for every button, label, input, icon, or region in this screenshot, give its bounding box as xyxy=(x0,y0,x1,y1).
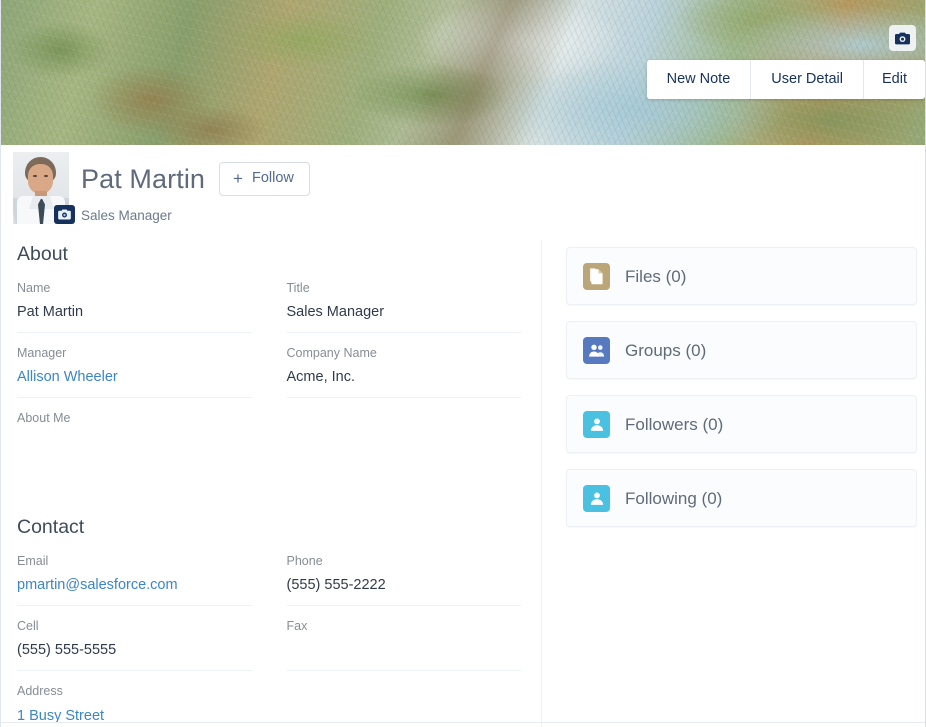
field-phone: Phone (555) 555-2222 xyxy=(286,553,521,606)
field-label: Company Name xyxy=(286,346,377,360)
field-manager: Manager Allison Wheeler xyxy=(17,345,252,398)
plus-icon: + xyxy=(233,168,243,188)
field-label: Name xyxy=(17,281,51,295)
field-spacer xyxy=(287,410,522,468)
field-label: About Me xyxy=(17,411,71,425)
card-files[interactable]: Files (0) xyxy=(566,247,917,305)
field-company-name: Company Name Acme, Inc. xyxy=(286,345,521,398)
manager-link[interactable]: Allison Wheeler xyxy=(17,367,252,387)
email-link[interactable]: pmartin@salesforce.com xyxy=(17,575,252,595)
user-icon xyxy=(583,484,610,512)
card-label: Followers (0) xyxy=(625,414,724,434)
user-icon xyxy=(583,410,610,438)
field-value: Sales Manager xyxy=(286,304,385,320)
field-cell: Cell (555) 555-5555 xyxy=(17,618,252,671)
card-groups[interactable]: Groups (0) xyxy=(566,321,917,379)
sidebar-column: Files (0) Groups (0) Followers (0) Follo… xyxy=(542,240,925,543)
camera-icon xyxy=(58,209,71,220)
about-section-heading: About xyxy=(17,243,68,265)
banner-camera-button[interactable] xyxy=(889,25,916,51)
details-column: About Name Pat Martin Title Sales Manage… xyxy=(1,240,542,727)
field-value: Pat Martin xyxy=(17,304,84,320)
card-label: Files (0) xyxy=(625,266,687,286)
card-label: Following (0) xyxy=(625,488,723,508)
profile-header: Pat Martin + Follow Sales Manager xyxy=(1,145,925,240)
card-following[interactable]: Following (0) xyxy=(566,469,917,527)
edit-button[interactable]: Edit xyxy=(864,60,925,99)
field-label: Title xyxy=(286,281,310,295)
avatar-camera-button[interactable] xyxy=(54,205,75,224)
name-row: Pat Martin + Follow xyxy=(81,159,925,199)
field-title: Title Sales Manager xyxy=(286,280,521,333)
file-icon xyxy=(583,262,610,290)
contact-field-grid: Email pmartin@salesforce.com Phone (555)… xyxy=(17,553,521,727)
field-label: Fax xyxy=(286,619,308,633)
field-name: Name Pat Martin xyxy=(17,280,252,333)
field-label: Address xyxy=(17,684,63,698)
follow-button[interactable]: + Follow xyxy=(219,162,310,196)
profile-page: New Note User Detail Edit Pat Martin + F… xyxy=(0,0,926,727)
address-line-1[interactable]: 1 Busy Street xyxy=(17,705,252,727)
new-note-button[interactable]: New Note xyxy=(646,60,752,99)
avatar-wrap xyxy=(13,152,75,224)
field-fax: Fax xyxy=(286,618,522,671)
about-field-grid: Name Pat Martin Title Sales Manager Mana… xyxy=(17,280,521,480)
field-about-me: About Me xyxy=(17,410,252,468)
follow-button-label: Follow xyxy=(251,170,294,186)
field-label: Manager xyxy=(17,346,67,360)
field-label: Phone xyxy=(286,554,323,568)
profile-body: About Name Pat Martin Title Sales Manage… xyxy=(1,240,925,727)
field-email: Email pmartin@salesforce.com xyxy=(17,553,252,606)
card-label: Groups (0) xyxy=(625,340,707,360)
contact-section-heading: Contact xyxy=(17,516,85,538)
profile-banner: New Note User Detail Edit xyxy=(1,0,925,145)
field-label: Cell xyxy=(17,619,39,633)
field-address: Address 1 Busy Street San Francisco, Cal… xyxy=(17,683,252,727)
field-value: (555) 555-5555 xyxy=(17,642,117,658)
field-value: (555) 555-2222 xyxy=(286,577,386,593)
card-followers[interactable]: Followers (0) xyxy=(566,395,917,453)
footer-divider xyxy=(1,722,925,723)
camera-icon xyxy=(895,32,910,44)
page-title: Pat Martin xyxy=(81,164,206,194)
field-value: Acme, Inc. xyxy=(286,369,356,385)
field-value xyxy=(17,432,252,452)
banner-action-group: New Note User Detail Edit xyxy=(646,60,925,99)
field-spacer-2 xyxy=(287,683,522,727)
field-label: Email xyxy=(17,554,49,568)
field-value xyxy=(287,640,522,660)
user-detail-button[interactable]: User Detail xyxy=(751,60,864,99)
groups-icon xyxy=(583,336,610,364)
user-role-subtitle: Sales Manager xyxy=(81,208,172,223)
